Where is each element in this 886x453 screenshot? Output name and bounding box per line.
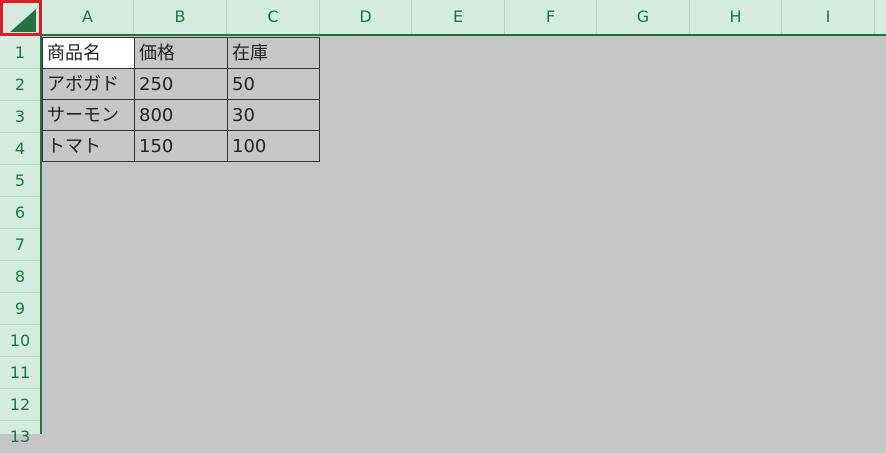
- cell-c2[interactable]: 50: [227, 68, 320, 100]
- cell-b1[interactable]: 価格: [134, 37, 228, 69]
- cell-a3[interactable]: サーモン: [42, 99, 135, 131]
- select-all-triangle-icon: [10, 9, 36, 32]
- row-header-4[interactable]: 4: [0, 133, 40, 165]
- row-header-13[interactable]: 13: [0, 421, 40, 453]
- column-header-c[interactable]: C: [227, 0, 320, 34]
- row-header-12[interactable]: 12: [0, 389, 40, 421]
- cell-b2[interactable]: 250: [134, 68, 228, 100]
- cell-a4[interactable]: トマト: [42, 130, 135, 162]
- column-header-b[interactable]: B: [134, 0, 227, 34]
- row-header-3[interactable]: 3: [0, 101, 40, 133]
- column-header-a[interactable]: A: [42, 0, 134, 34]
- cell-a2[interactable]: アボガド: [42, 68, 135, 100]
- select-all-button[interactable]: [0, 0, 42, 36]
- row-header-9[interactable]: 9: [0, 293, 40, 325]
- column-header-g[interactable]: G: [597, 0, 690, 34]
- cell-c3[interactable]: 30: [227, 99, 320, 131]
- cell-b3[interactable]: 800: [134, 99, 228, 131]
- column-header-h[interactable]: H: [690, 0, 782, 34]
- column-header-d[interactable]: D: [320, 0, 412, 34]
- row-header-7[interactable]: 7: [0, 229, 40, 261]
- column-header-i[interactable]: I: [782, 0, 875, 34]
- row-header-10[interactable]: 10: [0, 325, 40, 357]
- cell-b4[interactable]: 150: [134, 130, 228, 162]
- cell-c4[interactable]: 100: [227, 130, 320, 162]
- row-header-2[interactable]: 2: [0, 69, 40, 101]
- row-header-1[interactable]: 1: [0, 37, 40, 69]
- cell-c1[interactable]: 在庫: [227, 37, 320, 69]
- row-header-8[interactable]: 8: [0, 261, 40, 293]
- row-header-6[interactable]: 6: [0, 197, 40, 229]
- cell-a1[interactable]: 商品名: [42, 37, 135, 69]
- column-header-e[interactable]: E: [412, 0, 505, 34]
- column-header-f[interactable]: F: [505, 0, 597, 34]
- row-header-5[interactable]: 5: [0, 165, 40, 197]
- row-header-11[interactable]: 11: [0, 357, 40, 389]
